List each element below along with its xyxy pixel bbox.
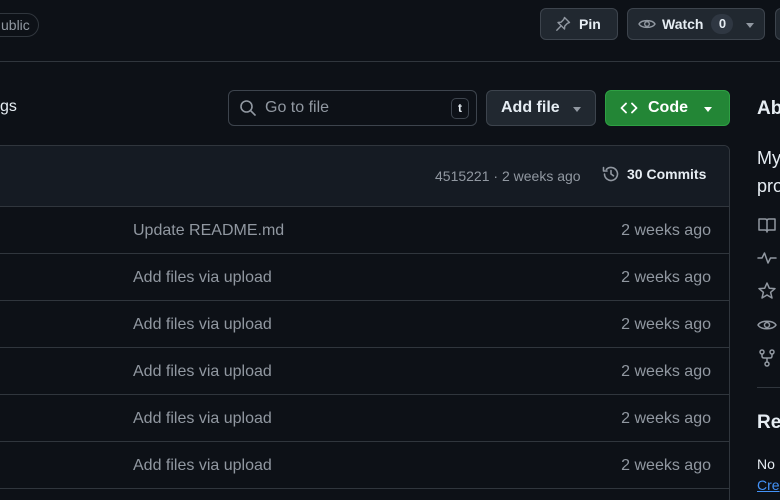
pin-icon <box>556 16 571 31</box>
go-to-file-search[interactable]: t <box>228 90 477 126</box>
latest-commit-bar: l 4515221 · 2 weeks ago 30 Commits <box>0 146 729 207</box>
star-icon[interactable] <box>757 281 777 301</box>
commit-age: 2 weeks ago <box>621 222 711 239</box>
commit-separator: · <box>493 168 499 184</box>
search-input[interactable] <box>265 99 445 117</box>
description-line: pro <box>757 176 780 196</box>
commit-time: 2 weeks ago <box>501 168 581 184</box>
history-icon <box>602 166 619 182</box>
table-row[interactable]: Add files via upload 2 weeks ago <box>0 254 729 301</box>
commit-age: 2 weeks ago <box>621 457 711 474</box>
commits-count-label: 30 Commits <box>627 166 707 182</box>
create-release-link[interactable]: Cre <box>757 477 780 493</box>
description-line: My <box>757 148 780 168</box>
table-row[interactable]: Add files via upload 2 weeks ago <box>0 442 729 489</box>
file-table: l 4515221 · 2 weeks ago 30 Commits Updat… <box>0 145 730 500</box>
commit-meta: 4515221 · 2 weeks ago <box>435 168 581 184</box>
eye-icon <box>638 19 656 29</box>
book-icon[interactable] <box>757 215 777 235</box>
watch-label: Watch <box>662 16 704 32</box>
keyboard-shortcut-hint: t <box>451 98 469 119</box>
commit-message[interactable]: Add files via upload <box>133 410 272 428</box>
commit-age: 2 weeks ago <box>621 269 711 286</box>
pin-button[interactable]: Pin <box>540 8 618 40</box>
releases-empty-text: No <box>757 456 775 472</box>
commits-link[interactable]: 30 Commits <box>601 164 706 184</box>
pin-label: Pin <box>579 16 601 32</box>
commit-age: 2 weeks ago <box>621 410 711 427</box>
commit-message[interactable]: Add files via upload <box>133 269 272 287</box>
fork-icon[interactable] <box>757 348 777 368</box>
chevron-down-icon <box>573 107 581 112</box>
commit-message[interactable]: Add files via upload <box>133 363 272 381</box>
chevron-down-icon <box>746 23 754 28</box>
add-file-label: Add file <box>501 99 560 116</box>
visibility-badge: ublic <box>0 13 39 37</box>
watch-button[interactable]: Watch 0 <box>627 8 765 40</box>
table-row[interactable]: Add files via upload 2 weeks ago <box>0 348 729 395</box>
commit-message[interactable]: Update README.md <box>133 222 284 240</box>
search-icon <box>240 100 256 116</box>
repo-header: ublic Pin Watch 0 <box>0 0 780 62</box>
commit-hash[interactable]: 4515221 <box>435 168 490 184</box>
about-heading: Ab <box>757 98 780 119</box>
code-button[interactable]: Code <box>605 90 730 126</box>
commit-message[interactable]: Add files via upload <box>133 316 272 334</box>
watch-count: 0 <box>711 14 734 34</box>
commit-age: 2 weeks ago <box>621 316 711 333</box>
code-icon <box>620 102 638 114</box>
table-row[interactable]: Update README.md 2 weeks ago <box>0 207 729 254</box>
code-label: Code <box>648 99 688 116</box>
fork-button-edge[interactable] <box>775 8 780 40</box>
eye-icon[interactable] <box>757 315 777 335</box>
tab-settings[interactable]: gs <box>0 98 17 116</box>
releases-heading[interactable]: Re <box>757 412 780 434</box>
repo-description: My pro <box>757 144 780 200</box>
commit-age: 2 weeks ago <box>621 363 711 380</box>
pulse-icon[interactable] <box>757 248 777 268</box>
chevron-down-icon <box>704 107 712 112</box>
add-file-button[interactable]: Add file <box>486 90 596 126</box>
table-row[interactable]: Add files via upload 2 weeks ago <box>0 395 729 442</box>
table-row[interactable]: Add files via upload 2 weeks ago <box>0 301 729 348</box>
sidebar-divider <box>757 387 780 388</box>
commit-message[interactable]: Add files via upload <box>133 457 272 475</box>
